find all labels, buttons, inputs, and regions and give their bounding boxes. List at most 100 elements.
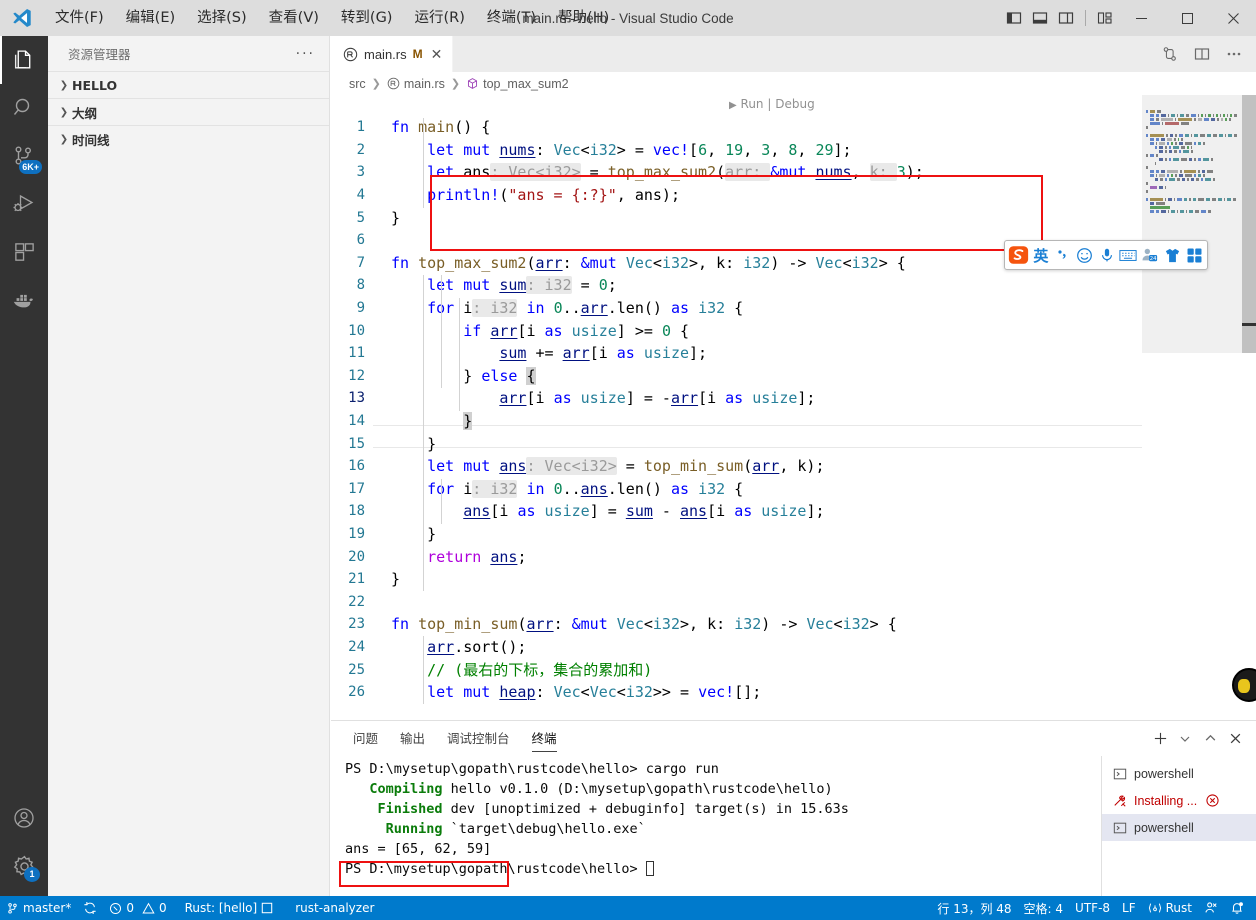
code-editor[interactable]: ▶ Run | Debug 1 fn main() {2 let mut nums… xyxy=(331,95,1256,720)
toggle-secondary-sidebar-icon[interactable] xyxy=(1053,0,1079,36)
code-line[interactable]: 16 let mut ans: Vec<i32> = top_min_sum(a… xyxy=(331,455,1141,478)
maximize-button[interactable] xyxy=(1164,0,1210,36)
sidebar-section-timeline[interactable]: ❯ 时间线 xyxy=(48,125,329,152)
accounts-button[interactable] xyxy=(0,794,48,842)
minimize-button[interactable] xyxy=(1118,0,1164,36)
toggle-panel-icon[interactable] xyxy=(1027,0,1053,36)
menu-selection[interactable]: 选择(S) xyxy=(186,0,258,36)
terminal-item-powershell-2[interactable]: powershell xyxy=(1102,814,1256,841)
sidebar-item-source-control[interactable]: 6K+ xyxy=(0,132,48,180)
menu-run[interactable]: 运行(R) xyxy=(403,0,475,36)
editor-scrollbar[interactable] xyxy=(1242,95,1256,720)
code-line[interactable]: 18 ans[i as usize] = sum - ans[i as usiz… xyxy=(331,500,1141,523)
chevron-down-icon[interactable] xyxy=(1174,727,1196,751)
status-rust-analyzer[interactable]: rust-analyzer xyxy=(289,896,380,920)
code-line[interactable]: 26 let mut heap: Vec<Vec<i32>> = vec![]; xyxy=(331,681,1141,704)
emoji-icon[interactable] xyxy=(1075,244,1095,266)
code-line[interactable]: 5} xyxy=(331,206,1141,229)
codelens-run-debug[interactable]: ▶ Run | Debug xyxy=(729,97,815,111)
code-line[interactable]: 15 } xyxy=(331,432,1141,455)
code-line[interactable]: 25 // (最右的下标，集合的累加和) xyxy=(331,658,1141,681)
source-control-graph-icon[interactable] xyxy=(1156,40,1184,68)
menu-file[interactable]: 文件(F) xyxy=(44,0,115,36)
menu-bar[interactable]: 文件(F) 编辑(E) 选择(S) 查看(V) 转到(G) 运行(R) 终端(T… xyxy=(44,0,620,36)
status-rust-project[interactable]: Rust: [hello] xyxy=(179,896,280,920)
close-button[interactable] xyxy=(1210,0,1256,36)
minimap-slider[interactable] xyxy=(1142,95,1242,353)
status-language-mode[interactable]: Rust xyxy=(1142,896,1198,920)
sidebar-section-outline[interactable]: ❯ 大纲 xyxy=(48,98,329,125)
sidebar-item-search[interactable] xyxy=(0,84,48,132)
tab-main-rs[interactable]: main.rs M ✕ xyxy=(331,36,454,72)
maximize-panel-icon[interactable] xyxy=(1199,727,1221,751)
user-center-icon[interactable]: 24 xyxy=(1140,244,1160,266)
split-editor-icon[interactable] xyxy=(1188,40,1216,68)
close-icon[interactable]: ✕ xyxy=(431,46,443,63)
english-mode-icon[interactable]: 英 xyxy=(1031,244,1051,266)
menu-help[interactable]: 帮助(H) xyxy=(547,0,620,36)
code-line[interactable]: 11 sum += arr[i as usize]; xyxy=(331,342,1141,365)
codelens-run[interactable]: Run xyxy=(741,97,764,111)
close-panel-icon[interactable] xyxy=(1224,727,1246,751)
status-indentation[interactable]: 空格: 4 xyxy=(1018,896,1070,920)
code-content[interactable]: 1 fn main() {2 let mut nums: Vec<i32> = v… xyxy=(331,116,1141,703)
voice-input-icon[interactable] xyxy=(1097,244,1117,266)
sidebar-item-extensions[interactable] xyxy=(0,228,48,276)
code-line[interactable]: 22 xyxy=(331,590,1141,613)
sidebar-item-docker[interactable] xyxy=(0,276,48,324)
code-line[interactable]: 10 if arr[i as usize] >= 0 { xyxy=(331,319,1141,342)
toolbox-icon[interactable] xyxy=(1184,244,1204,266)
status-eol[interactable]: LF xyxy=(1116,896,1142,920)
sidebar-section-hello[interactable]: ❯ HELLO xyxy=(48,71,329,98)
customize-layout-icon[interactable] xyxy=(1092,0,1118,36)
code-line[interactable]: 24 arr.sort(); xyxy=(331,636,1141,659)
code-line[interactable]: 12 } else { xyxy=(331,365,1141,388)
terminal-item-powershell-1[interactable]: powershell xyxy=(1102,760,1256,787)
new-terminal-icon[interactable] xyxy=(1149,727,1171,751)
skin-icon[interactable] xyxy=(1162,244,1182,266)
code-line[interactable]: 20 return ans; xyxy=(331,545,1141,568)
menu-view[interactable]: 查看(V) xyxy=(258,0,330,36)
sogou-input-toolbar[interactable]: 英 24 xyxy=(1004,240,1208,270)
status-branch[interactable]: master* xyxy=(0,896,77,920)
code-line[interactable]: 14 } xyxy=(331,410,1141,433)
status-sync[interactable] xyxy=(77,896,103,920)
status-notifications[interactable] xyxy=(1224,896,1256,920)
sidebar-more-actions-icon[interactable]: ··· xyxy=(296,46,315,62)
codelens-debug[interactable]: Debug xyxy=(775,97,814,111)
code-line[interactable]: 21} xyxy=(331,568,1141,591)
editor-scrollbar-thumb[interactable] xyxy=(1242,95,1256,353)
sidebar-item-explorer[interactable] xyxy=(0,36,48,84)
code-line[interactable]: 23 fn top_min_sum(arr: &mut Vec<i32>, k: … xyxy=(331,613,1141,636)
status-encoding[interactable]: UTF-8 xyxy=(1069,896,1116,920)
status-feedback[interactable] xyxy=(1198,896,1224,920)
breadcrumb-symbol[interactable]: top_max_sum2 xyxy=(483,77,568,91)
menu-go[interactable]: 转到(G) xyxy=(330,0,404,36)
manage-settings-button[interactable]: 1 xyxy=(0,842,48,890)
tab-debug-console[interactable]: 调试控制台 xyxy=(439,721,518,756)
tab-output[interactable]: 输出 xyxy=(392,721,433,756)
punctuation-icon[interactable] xyxy=(1053,244,1073,266)
soft-keyboard-icon[interactable] xyxy=(1119,244,1139,266)
code-line[interactable]: 2 let mut nums: Vec<i32> = vec![6, 19, 3… xyxy=(331,139,1141,162)
breadcrumb-file[interactable]: main.rs xyxy=(404,77,445,91)
status-cursor-position[interactable]: 行 13，列 48 xyxy=(931,896,1017,920)
code-line[interactable]: 13 arr[i as usize] = -arr[i as usize]; xyxy=(331,387,1141,410)
terminal-item-installing[interactable]: Installing ... xyxy=(1102,787,1256,814)
terminal-kill-icon[interactable] xyxy=(1206,794,1219,807)
menu-terminal[interactable]: 终端(T) xyxy=(476,0,547,36)
tab-problems[interactable]: 问题 xyxy=(345,721,386,756)
code-line[interactable]: 19 } xyxy=(331,523,1141,546)
sidebar-item-run-and-debug[interactable] xyxy=(0,180,48,228)
code-line[interactable]: 17 for i: i32 in 0..ans.len() as i32 { xyxy=(331,478,1141,501)
code-line[interactable]: 4 println!("ans = {:?}", ans); xyxy=(331,184,1141,207)
menu-edit[interactable]: 编辑(E) xyxy=(115,0,186,36)
toggle-primary-sidebar-icon[interactable] xyxy=(1001,0,1027,36)
more-actions-icon[interactable] xyxy=(1220,40,1248,68)
terminal-output[interactable]: PS D:\mysetup\gopath\rustcode\hello> car… xyxy=(331,756,1101,897)
code-line[interactable]: 3 let ans: Vec<i32> = top_max_sum2(arr: … xyxy=(331,161,1141,184)
code-line[interactable]: 9 for i: i32 in 0..arr.len() as i32 { xyxy=(331,297,1141,320)
breadcrumb-src[interactable]: src xyxy=(349,77,366,91)
sogou-logo-icon[interactable] xyxy=(1008,244,1029,266)
minimap[interactable] xyxy=(1142,95,1242,720)
